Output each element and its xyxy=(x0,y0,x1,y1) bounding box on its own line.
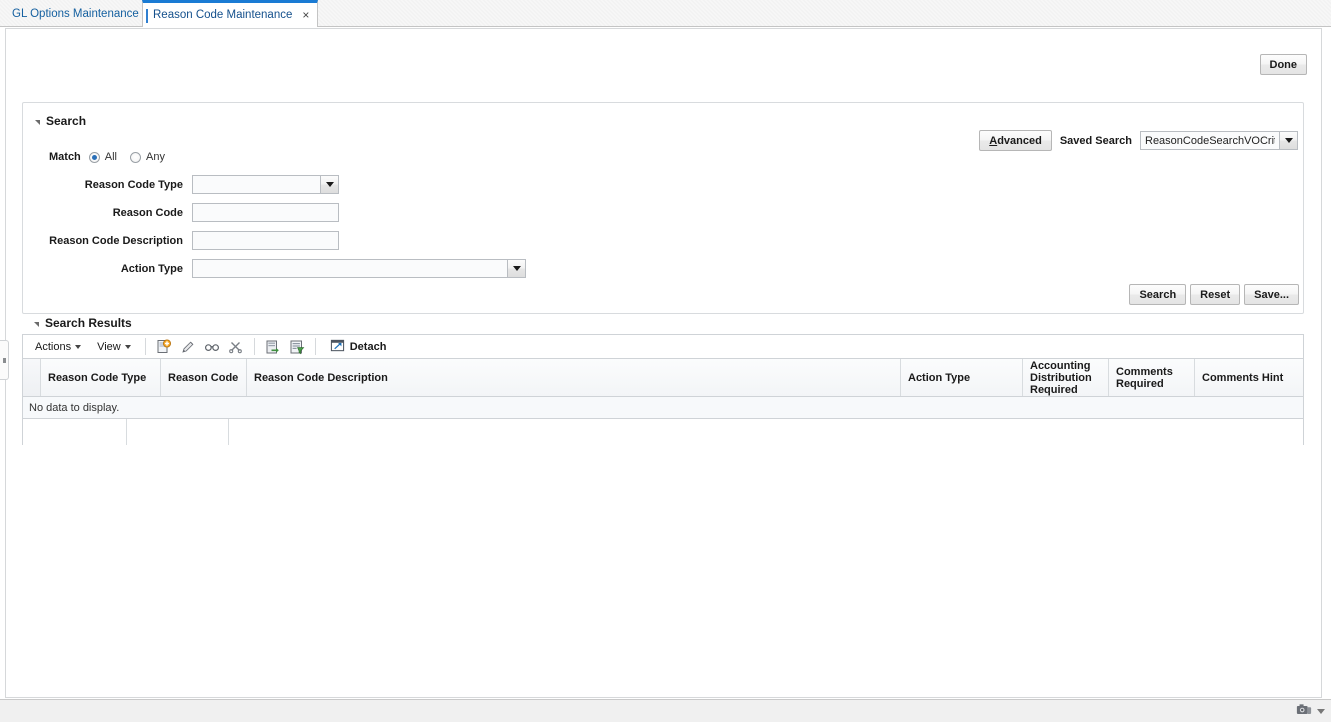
delete-scissors-icon[interactable] xyxy=(224,336,248,358)
advanced-accesskey: A xyxy=(989,135,997,147)
left-panel-splitter-handle[interactable] xyxy=(0,340,9,380)
chevron-down-icon xyxy=(125,345,131,349)
search-results-title: Search Results xyxy=(45,316,132,330)
column-header-accounting-distribution-required[interactable]: Accounting Distribution Required xyxy=(1023,359,1109,396)
column-header-reason-code-type[interactable]: Reason Code Type xyxy=(41,359,161,396)
search-title: Search xyxy=(46,114,86,128)
toolbar-separator xyxy=(254,338,255,355)
empty-cell xyxy=(229,419,1303,445)
query-by-example-icon[interactable] xyxy=(285,336,309,358)
splitter-grip-icon xyxy=(3,358,6,363)
action-type-input[interactable] xyxy=(192,259,507,278)
done-button-container: Done xyxy=(1260,54,1308,75)
search-results-disclosure-header[interactable]: Search Results xyxy=(34,316,132,330)
chevron-down-icon xyxy=(75,345,81,349)
table-empty-row xyxy=(23,419,1303,445)
toolbar-separator xyxy=(145,338,146,355)
reason-code-type-label: Reason Code Type xyxy=(37,179,192,191)
match-all-radio[interactable] xyxy=(89,152,100,163)
column-header-comments-required[interactable]: Comments Required xyxy=(1109,359,1195,396)
column-header-reason-code[interactable]: Reason Code xyxy=(161,359,247,396)
field-row-action-type: Action Type xyxy=(37,259,526,278)
detach-label: Detach xyxy=(350,341,387,353)
reason-code-description-input[interactable] xyxy=(192,231,339,250)
tab-strip: GL Options Maintenance × Reason Code Mai… xyxy=(0,0,1331,27)
reason-code-type-lov[interactable] xyxy=(192,175,339,194)
row-selector-header xyxy=(23,359,41,396)
match-any-radio[interactable] xyxy=(130,152,141,163)
search-panel: Search Advanced Saved Search Match All A… xyxy=(22,102,1304,314)
results-table-box: Actions View xyxy=(22,334,1304,445)
chevron-down-icon xyxy=(513,266,521,271)
empty-cell xyxy=(23,419,127,445)
saved-search-value[interactable] xyxy=(1140,131,1279,150)
reason-code-type-input[interactable] xyxy=(192,175,320,194)
create-icon[interactable] xyxy=(152,336,176,358)
results-toolbar: Actions View xyxy=(23,335,1303,359)
tab-gl-options-maintenance[interactable]: GL Options Maintenance × xyxy=(2,1,164,27)
advanced-button[interactable]: Advanced xyxy=(979,130,1052,151)
tab-reason-code-maintenance[interactable]: Reason Code Maintenance × xyxy=(142,0,318,27)
reason-code-label: Reason Code xyxy=(37,207,192,219)
table-header-row: Reason Code Type Reason Code Reason Code… xyxy=(23,359,1303,397)
view-menu[interactable]: View xyxy=(89,336,139,358)
search-results-panel: Search Results Actions View xyxy=(22,310,1304,452)
field-row-reason-code: Reason Code xyxy=(37,203,339,222)
field-row-reason-code-description: Reason Code Description xyxy=(37,231,339,250)
reason-code-type-dropdown-button[interactable] xyxy=(320,175,339,194)
search-action-buttons: Search Reset Save... xyxy=(1129,284,1299,305)
status-bar xyxy=(0,699,1331,722)
view-menu-label: View xyxy=(97,341,121,353)
match-any-label: Any xyxy=(146,151,165,163)
advanced-label: dvanced xyxy=(997,135,1042,147)
tab-close-icon[interactable]: × xyxy=(302,9,309,21)
detach-button[interactable]: Detach xyxy=(322,336,395,358)
search-header-controls: Advanced Saved Search xyxy=(979,130,1298,151)
status-bar-right xyxy=(1296,703,1325,719)
chevron-down-icon xyxy=(1285,138,1293,143)
saved-search-select[interactable] xyxy=(1140,131,1298,150)
saved-search-label: Saved Search xyxy=(1060,135,1132,147)
action-type-lov[interactable] xyxy=(192,259,526,278)
column-header-comments-hint[interactable]: Comments Hint xyxy=(1195,359,1299,396)
detach-icon xyxy=(330,338,345,356)
match-all-label: All xyxy=(105,151,117,163)
edit-pencil-icon[interactable] xyxy=(176,336,200,358)
view-glasses-icon[interactable] xyxy=(200,336,224,358)
reset-button[interactable]: Reset xyxy=(1190,284,1240,305)
match-row: Match All Any xyxy=(49,151,173,163)
export-icon[interactable] xyxy=(261,336,285,358)
reason-code-input[interactable] xyxy=(192,203,339,222)
actions-menu[interactable]: Actions xyxy=(27,336,89,358)
collapse-triangle-icon xyxy=(34,322,39,327)
saved-search-dropdown-button[interactable] xyxy=(1279,131,1298,150)
search-disclosure-header[interactable]: Search xyxy=(35,114,86,128)
save-search-button[interactable]: Save... xyxy=(1244,284,1299,305)
column-header-reason-code-description[interactable]: Reason Code Description xyxy=(247,359,901,396)
chevron-down-icon[interactable] xyxy=(1317,709,1325,714)
toolbar-separator xyxy=(315,338,316,355)
reason-code-description-label: Reason Code Description xyxy=(37,235,192,247)
action-type-dropdown-button[interactable] xyxy=(507,259,526,278)
done-button[interactable]: Done xyxy=(1260,54,1308,75)
field-row-reason-code-type: Reason Code Type xyxy=(37,175,339,194)
match-label: Match xyxy=(49,151,81,163)
page-body: Done Search Advanced Saved Search Match xyxy=(0,27,1331,699)
camera-icon[interactable] xyxy=(1296,703,1312,719)
no-data-message: No data to display. xyxy=(23,397,1303,419)
tab-label: Reason Code Maintenance xyxy=(153,9,292,21)
action-type-label: Action Type xyxy=(37,263,192,275)
search-button[interactable]: Search xyxy=(1129,284,1186,305)
empty-cell xyxy=(127,419,229,445)
tab-label: GL Options Maintenance xyxy=(12,8,139,20)
chevron-down-icon xyxy=(326,182,334,187)
actions-menu-label: Actions xyxy=(35,341,71,353)
column-header-action-type[interactable]: Action Type xyxy=(901,359,1023,396)
collapse-triangle-icon xyxy=(35,120,40,125)
